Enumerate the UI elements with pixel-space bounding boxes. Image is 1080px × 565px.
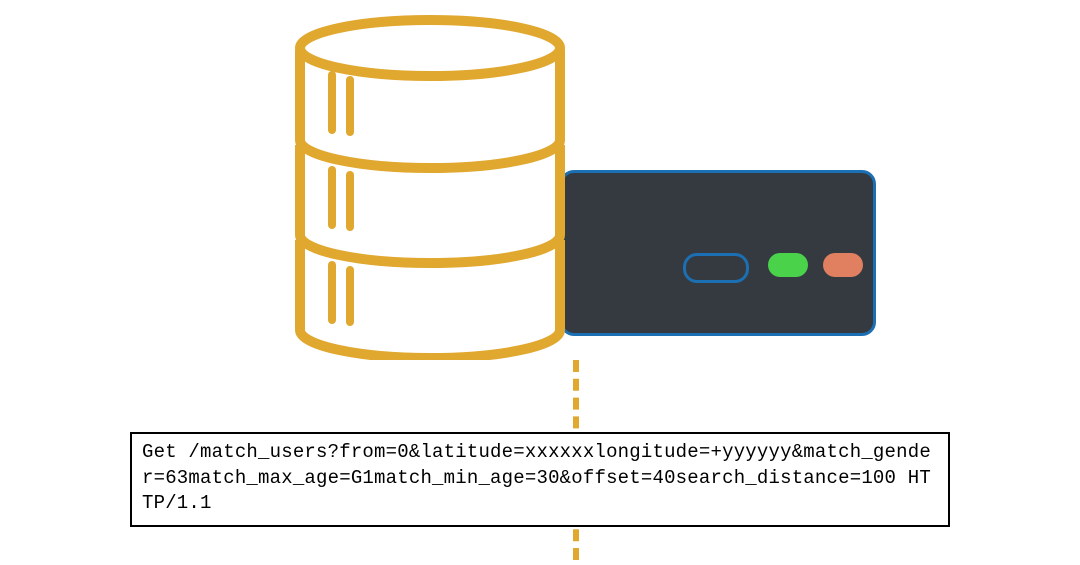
server-drive-slot-icon (683, 253, 749, 283)
architecture-diagram: Get /match_users?from=0&latitude=xxxxxxl… (0, 0, 1080, 565)
status-led-orange-icon (823, 253, 863, 277)
status-led-green-icon (768, 253, 808, 277)
application-server (560, 170, 876, 336)
database-icon (290, 10, 570, 360)
http-request-display: Get /match_users?from=0&latitude=xxxxxxl… (130, 432, 950, 527)
